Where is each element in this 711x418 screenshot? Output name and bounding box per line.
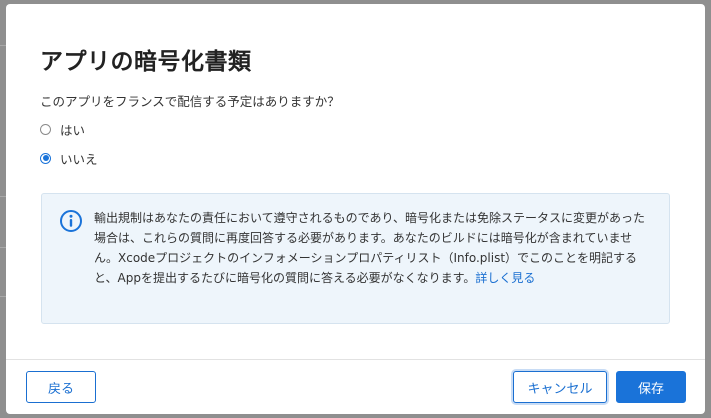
radio-button-yes[interactable] [40,123,51,135]
radio-option-yes[interactable]: はい [40,121,86,138]
learn-more-link[interactable]: 詳しく見る [475,271,535,285]
question-text: このアプリをフランスで配信する予定はありますか？ [40,94,340,109]
radio-option-no[interactable]: いいえ [40,150,98,167]
back-button[interactable]: 戻る [26,371,96,403]
cancel-button[interactable]: キャンセル [513,371,607,403]
footer-divider [6,359,705,360]
info-body: 輸出規制はあなたの責任において遵守されるものであり、暗号化または免除ステータスに… [94,211,646,285]
radio-label-no: いいえ [60,151,98,167]
info-icon [60,210,82,232]
radio-button-no[interactable] [40,152,51,164]
info-text: 輸出規制はあなたの責任において遵守されるものであり、暗号化または免除ステータスに… [94,208,649,288]
info-box: 輸出規制はあなたの責任において遵守されるものであり、暗号化または免除ステータスに… [41,193,670,324]
save-button[interactable]: 保存 [616,371,686,403]
radio-label-yes: はい [60,122,86,138]
dialog-title: アプリの暗号化書類 [40,49,252,75]
encryption-dialog: アプリの暗号化書類 このアプリをフランスで配信する予定はありますか？ はい いい… [6,4,705,414]
